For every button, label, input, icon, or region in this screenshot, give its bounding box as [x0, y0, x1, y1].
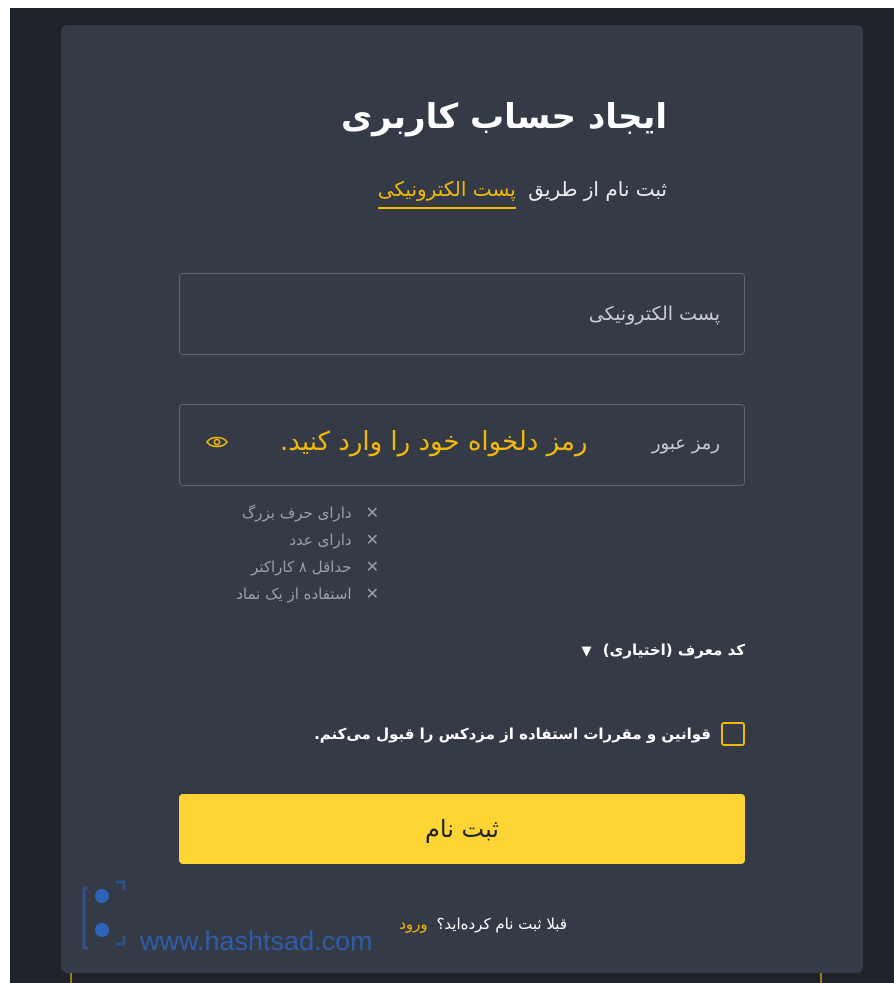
- page-title: ایجاد حساب کاربری: [340, 97, 667, 137]
- password-label: رمز عبور: [651, 433, 720, 454]
- rule-item: ✕ دارای حرف بزرگ: [179, 499, 379, 526]
- terms-row: قوانین و مقررات استفاده از مزدکس را قبول…: [314, 722, 745, 746]
- rule-text: دارای حرف بزرگ: [241, 503, 352, 522]
- close-icon: ✕: [365, 503, 379, 522]
- terms-text: قوانین و مقررات استفاده از مزدکس را قبول…: [314, 725, 711, 743]
- rule-text: حداقل ۸ کاراکتر: [251, 557, 352, 576]
- password-hint: رمز دلخواه خود را وارد کنید.: [280, 427, 588, 457]
- email-input[interactable]: [180, 274, 744, 354]
- signup-card: ایجاد حساب کاربری ثبت نام از طریق پست ال…: [61, 25, 863, 973]
- referral-toggle[interactable]: کد معرف (اختیاری) ▼: [582, 641, 746, 659]
- watermark: www.hashtsad.com: [80, 878, 440, 958]
- eye-icon[interactable]: [206, 435, 228, 449]
- password-field[interactable]: رمز عبور رمز دلخواه خود را وارد کنید.: [179, 404, 745, 486]
- rule-text: دارای عدد: [289, 530, 352, 549]
- signup-method: ثبت نام از طریق پست الکترونیکی: [377, 177, 667, 209]
- terms-checkbox[interactable]: [721, 722, 745, 746]
- signup-button[interactable]: ثبت نام: [179, 794, 745, 864]
- watermark-logo-icon: [82, 880, 126, 950]
- rule-text: استفاده از یک نماد: [236, 584, 352, 603]
- password-rules-list: ✕ دارای حرف بزرگ ✕ دارای عدد ✕ حداقل ۸ ک…: [179, 499, 379, 607]
- rule-item: ✕ حداقل ۸ کاراکتر: [179, 553, 379, 580]
- close-icon: ✕: [365, 557, 379, 576]
- watermark-text: www.hashtsad.com: [140, 926, 373, 956]
- chevron-down-icon: ▼: [581, 644, 592, 659]
- signup-method-label: ثبت نام از طریق: [528, 177, 667, 201]
- email-field-wrapper: [179, 273, 745, 355]
- email-method-tab[interactable]: پست الکترونیکی: [377, 177, 516, 209]
- login-prompt-text: قبلا ثبت نام کرده‌اید؟: [436, 915, 567, 933]
- close-icon: ✕: [365, 530, 379, 549]
- close-icon: ✕: [365, 584, 379, 603]
- referral-label: کد معرف (اختیاری): [602, 641, 745, 659]
- rule-item: ✕ استفاده از یک نماد: [179, 580, 379, 607]
- rule-item: ✕ دارای عدد: [179, 526, 379, 553]
